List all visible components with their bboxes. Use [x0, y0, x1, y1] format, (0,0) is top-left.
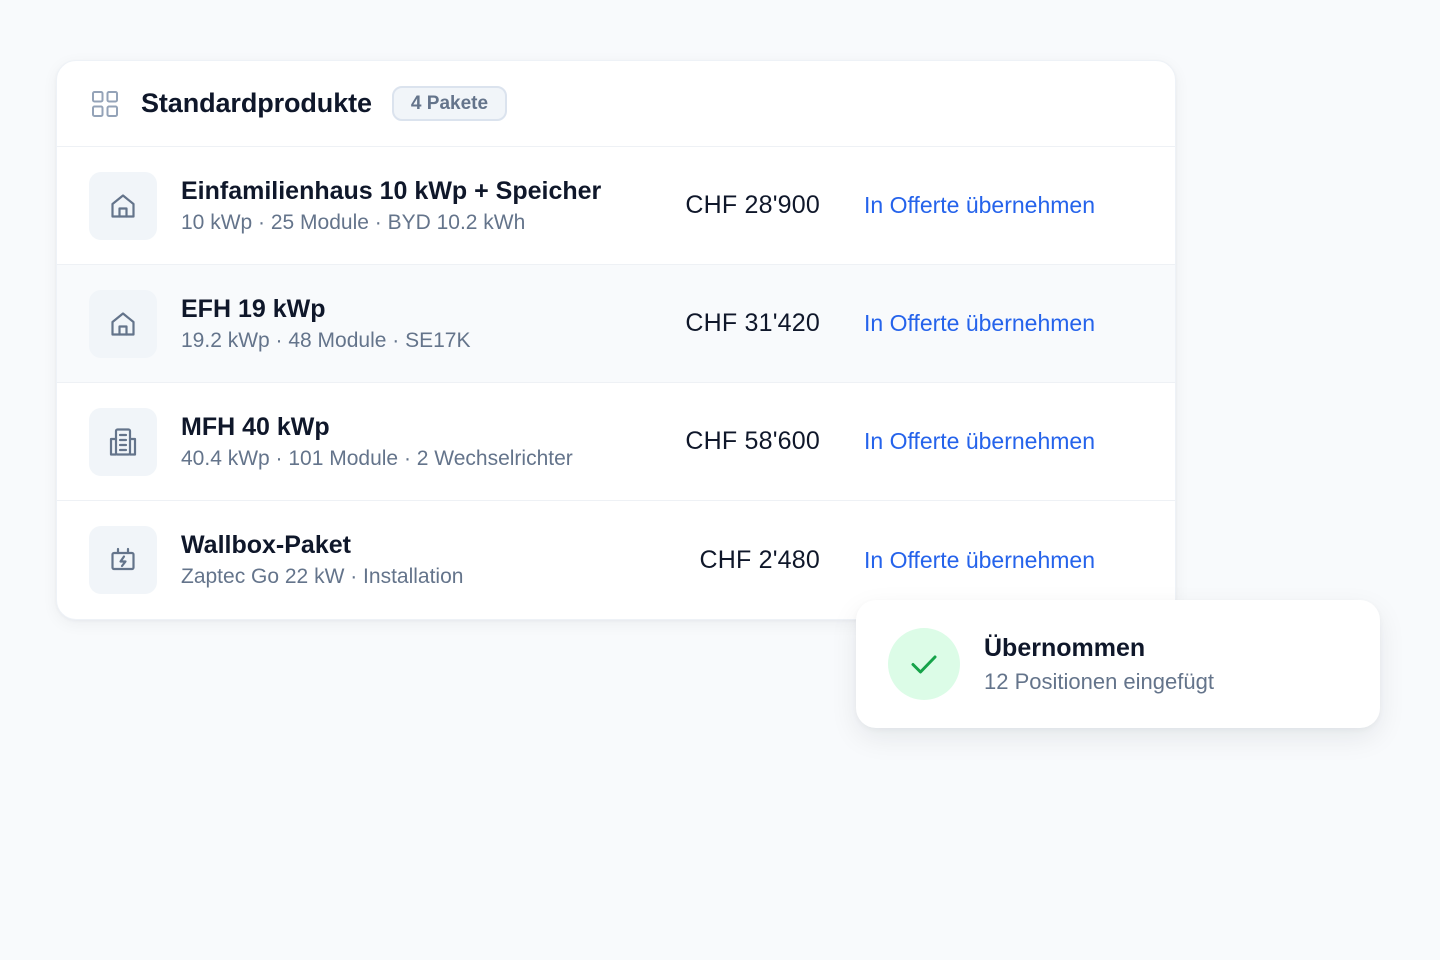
- product-info: MFH 40 kWp 40.4 kWp · 101 Module · 2 Wec…: [181, 412, 641, 472]
- card-header: Standardprodukte 4 Pakete: [57, 61, 1175, 147]
- product-info: Wallbox-Paket Zaptec Go 22 kW · Installa…: [181, 530, 641, 590]
- checkmark-icon: [888, 628, 960, 700]
- package-count-badge: 4 Pakete: [391, 86, 508, 121]
- success-toast: Übernommen 12 Positionen eingefügt: [856, 600, 1380, 728]
- toast-title: Übernommen: [984, 634, 1146, 662]
- add-to-offer-button[interactable]: In Offerte übernehmen: [864, 192, 1095, 219]
- add-to-offer-button[interactable]: In Offerte übernehmen: [864, 310, 1095, 337]
- toast-text: Übernommen 12 Positionen eingefügt: [984, 633, 1214, 695]
- house-icon: [89, 171, 157, 240]
- product-row: Einfamilienhaus 10 kWp + Speicher 10 kWp…: [57, 147, 1175, 265]
- product-price: CHF 58'600: [685, 427, 820, 455]
- product-price: CHF 28'900: [685, 191, 820, 219]
- product-info: EFH 19 kWp 19.2 kWp · 48 Module · SE17K: [181, 294, 641, 354]
- standard-products-card: Standardprodukte 4 Pakete Einfamilienhau…: [56, 60, 1176, 620]
- toast-subtitle: 12 Positionen eingefügt: [984, 669, 1214, 694]
- product-meta: Zaptec Go 22 kW · Installation: [181, 565, 464, 588]
- grid-icon: [91, 90, 119, 118]
- product-row: MFH 40 kWp 40.4 kWp · 101 Module · 2 Wec…: [57, 383, 1175, 501]
- product-price: CHF 2'480: [699, 545, 820, 574]
- product-name: Wallbox-Paket: [181, 531, 351, 559]
- product-name: Einfamilienhaus 10 kWp + Speicher: [181, 176, 602, 205]
- building-icon: [89, 407, 157, 476]
- product-info: Einfamilienhaus 10 kWp + Speicher 10 kWp…: [181, 176, 641, 236]
- product-price: CHF 31'420: [685, 309, 820, 337]
- product-meta: 10 kWp · 25 Module · BYD 10.2 kWh: [181, 210, 526, 234]
- product-name: MFH 40 kWp: [181, 412, 330, 441]
- ev-charger-icon: [89, 526, 157, 594]
- add-to-offer-button[interactable]: In Offerte übernehmen: [864, 428, 1095, 455]
- card-title: Standardprodukte: [141, 88, 372, 118]
- house-icon: [89, 289, 157, 358]
- add-to-offer-button[interactable]: In Offerte übernehmen: [864, 547, 1095, 574]
- product-name: EFH 19 kWp: [181, 294, 326, 323]
- product-meta: 40.4 kWp · 101 Module · 2 Wechselrichter: [181, 446, 573, 470]
- product-meta: 19.2 kWp · 48 Module · SE17K: [181, 328, 471, 352]
- product-row: EFH 19 kWp 19.2 kWp · 48 Module · SE17K …: [57, 265, 1175, 383]
